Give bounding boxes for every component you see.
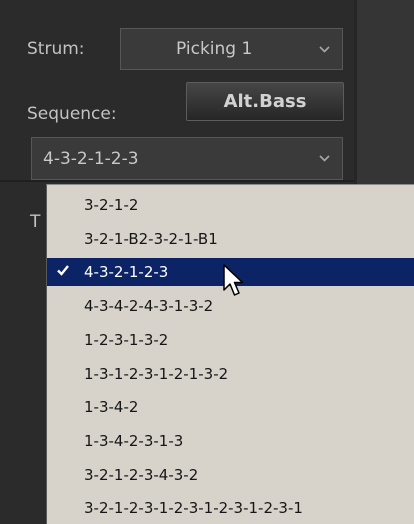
dropdown-item[interactable]: 1-3-4-2 (47, 393, 414, 421)
sequence-label: Sequence: (27, 104, 117, 124)
strum-label: Strum: (27, 39, 85, 59)
section-separator (0, 180, 354, 182)
dropdown-item[interactable]: 1-3-4-2-3-1-3 (47, 427, 414, 455)
dropdown-item[interactable]: 3-2-1-2-3-4-3-2 (47, 461, 414, 489)
dropdown-item[interactable]: 1-2-3-1-3-2 (47, 326, 414, 354)
check-icon (56, 263, 70, 281)
chevron-down-icon (319, 29, 330, 69)
sequence-select-value: 4-3-2-1-2-3 (43, 148, 139, 169)
dropdown-item[interactable]: 3-2-1-2-3-1-2-3-1-2-3-1-2-3-1 (47, 494, 414, 522)
dropdown-item[interactable]: 3-2-1-2 (47, 191, 414, 219)
strum-select-value: Picking 1 (176, 39, 253, 59)
dropdown-item[interactable]: 3-2-1-B2-3-2-1-B1 (47, 225, 414, 253)
sequence-dropdown-list[interactable]: 3-2-1-2 3-2-1-B2-3-2-1-B1 4-3-2-1-2-3 4-… (46, 184, 414, 524)
mouse-pointer-icon (223, 264, 249, 304)
partially-hidden-label: T (30, 212, 41, 232)
alt-bass-button[interactable]: Alt.Bass (186, 82, 344, 121)
alt-bass-button-label: Alt.Bass (223, 91, 307, 112)
chevron-down-icon (319, 138, 330, 179)
dropdown-item[interactable]: 1-3-1-2-3-1-2-1-3-2 (47, 360, 414, 388)
sequence-select[interactable]: 4-3-2-1-2-3 (31, 137, 343, 180)
strum-select[interactable]: Picking 1 (120, 28, 343, 70)
